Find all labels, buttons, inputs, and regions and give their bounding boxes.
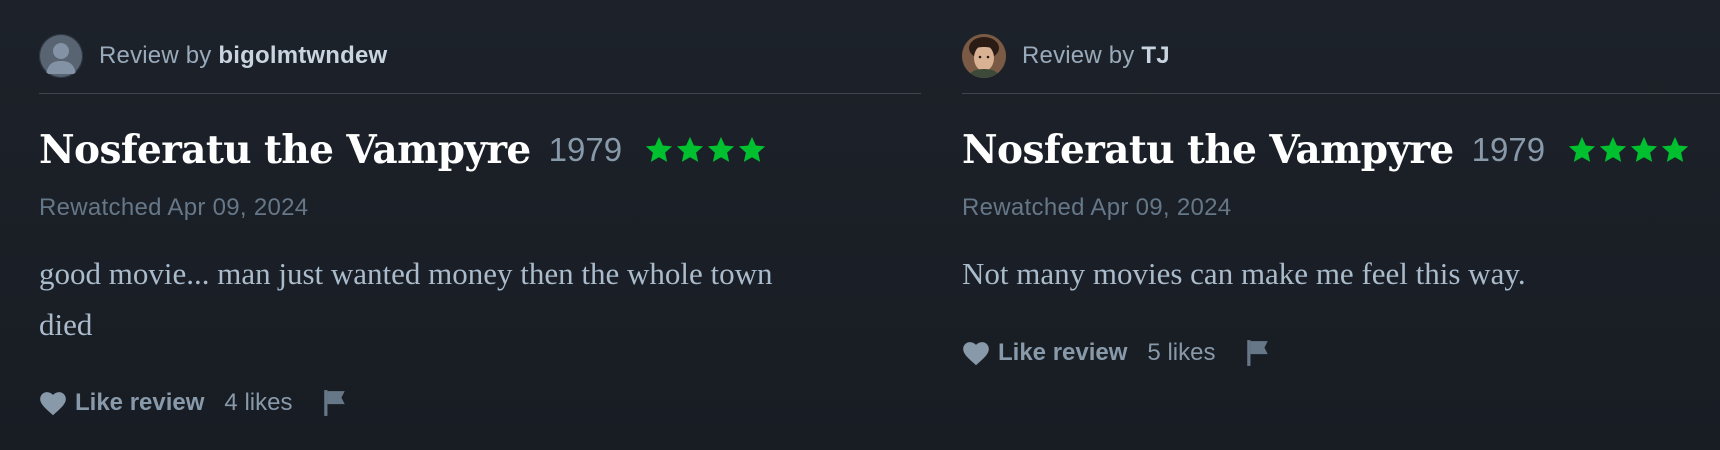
heart-icon [40,392,66,416]
star-icon [707,136,735,162]
review-actions: Like review 4 likes [39,386,348,420]
review-by-prefix: Review by [1022,42,1142,69]
star-icon [1630,136,1658,162]
watched-date[interactable]: Rewatched Apr 09, 2024 [962,194,1231,222]
heart-icon [963,342,989,366]
review-body-text: Not many movies can make me feel this wa… [962,256,1526,291]
flag-icon[interactable] [1245,339,1271,367]
like-review-label: Like review [75,389,205,416]
star-icon [738,136,766,162]
flag-icon[interactable] [322,389,348,417]
star-icon [1661,136,1689,162]
rating-stars [644,135,768,165]
review-by-prefix: Review by [99,42,219,69]
film-title-row: Nosferatu the Vampyre 1979 [39,120,768,180]
likes-count[interactable]: 5 likes [1147,339,1215,367]
film-title-link[interactable]: Nosferatu the Vampyre [962,127,1454,173]
like-review-label: Like review [998,339,1128,366]
review-body-text: good movie... man just wanted money then… [39,256,773,342]
rating-stars [1567,135,1691,165]
header-divider [962,93,1720,94]
likes-count[interactable]: 4 likes [224,389,292,417]
film-year-link[interactable]: 1979 [549,131,622,169]
review-by-line: Review by TJ [1022,42,1170,70]
reviewer-username-link[interactable]: bigolmtwndew [218,42,387,69]
film-year-link[interactable]: 1979 [1472,131,1545,169]
film-title-link[interactable]: Nosferatu the Vampyre [39,127,531,173]
default-user-avatar-icon[interactable] [39,34,83,78]
review-actions: Like review 5 likes [962,336,1271,370]
header-divider [39,93,921,94]
review-header: Review by bigolmtwndew [39,34,387,78]
star-icon [1568,136,1596,162]
star-icon [645,136,673,162]
star-icon [676,136,704,162]
film-title-row: Nosferatu the Vampyre 1979 [962,120,1691,180]
like-review-button[interactable]: Like review [39,389,204,417]
review-by-line: Review by bigolmtwndew [99,42,387,70]
review-header: Review by TJ [962,34,1170,78]
reviewer-username-link[interactable]: TJ [1141,42,1169,69]
like-review-button[interactable]: Like review [962,339,1127,367]
star-icon [1599,136,1627,162]
watched-date[interactable]: Rewatched Apr 09, 2024 [39,194,308,222]
user-photo-avatar-icon[interactable] [962,34,1006,78]
